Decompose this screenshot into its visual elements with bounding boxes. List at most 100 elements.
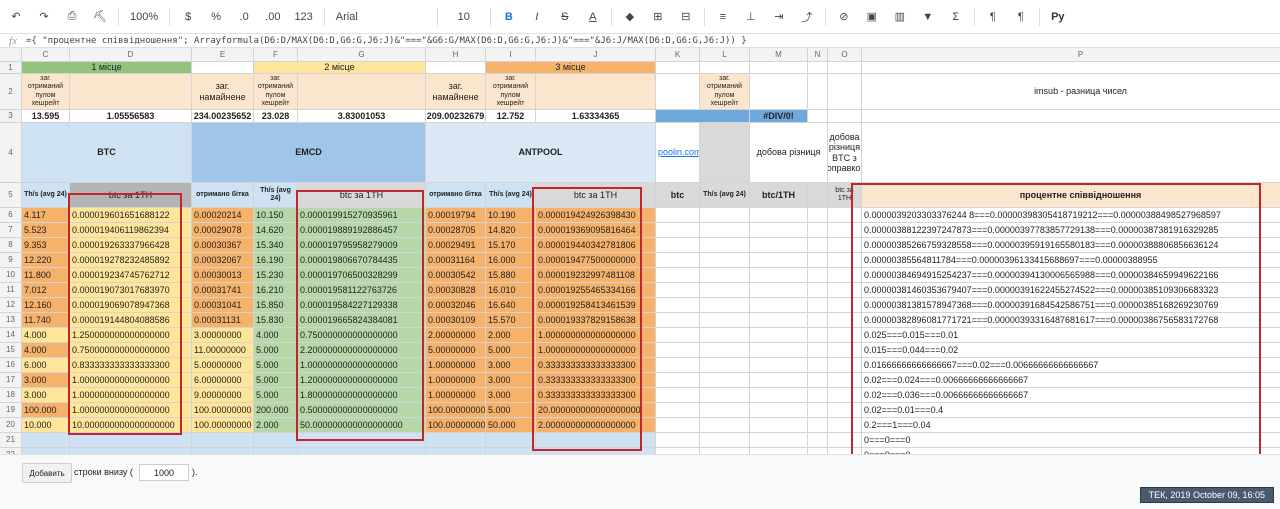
- cell[interactable]: [808, 358, 828, 373]
- redo-icon[interactable]: ↷: [34, 7, 54, 27]
- data-cell-h[interactable]: 0.00030109: [426, 313, 486, 328]
- comment-icon[interactable]: ▣: [862, 7, 882, 27]
- data-cell-f[interactable]: 4.000: [254, 328, 298, 343]
- data-cell-j[interactable]: 0.000019440342781806: [536, 238, 656, 253]
- cell[interactable]: [808, 253, 828, 268]
- merge-icon[interactable]: ⊟: [676, 7, 696, 27]
- data-cell-c[interactable]: 11.800: [22, 268, 70, 283]
- percent-ratio-cell[interactable]: 0.00000388122397247873===0.0000039778385…: [862, 223, 1280, 238]
- cell[interactable]: [700, 123, 750, 183]
- data-cell-d[interactable]: 1.000000000000000000: [70, 373, 192, 388]
- data-cell-d[interactable]: [70, 433, 192, 448]
- data-cell-d[interactable]: 0.000019069078947368: [70, 298, 192, 313]
- cell[interactable]: [750, 208, 808, 223]
- data-cell-j[interactable]: 20.000000000000000000: [536, 403, 656, 418]
- poolin-link[interactable]: poolin.com: [656, 123, 700, 183]
- data-cell-g[interactable]: 0.000019706500328299: [298, 268, 426, 283]
- ths-header[interactable]: Th/s (avg 24): [486, 183, 536, 208]
- cell[interactable]: [656, 253, 700, 268]
- cell[interactable]: [750, 253, 808, 268]
- data-cell-c[interactable]: 3.000: [22, 388, 70, 403]
- cell[interactable]: [808, 373, 828, 388]
- cell[interactable]: [808, 208, 828, 223]
- data-cell-e[interactable]: 0.00029078: [192, 223, 254, 238]
- cell[interactable]: [656, 298, 700, 313]
- cell[interactable]: [700, 283, 750, 298]
- data-cell-d[interactable]: 1.250000000000000000: [70, 328, 192, 343]
- cell[interactable]: [700, 253, 750, 268]
- btc-header[interactable]: BTC: [22, 123, 192, 183]
- cell[interactable]: [828, 74, 862, 110]
- total-pool-label[interactable]: заг. отриманий пулом хешрейт: [486, 74, 536, 110]
- cell[interactable]: [828, 238, 862, 253]
- data-cell-h[interactable]: 0.00031164: [426, 253, 486, 268]
- place1-header[interactable]: 1 місце: [22, 62, 192, 74]
- percent-ratio-cell[interactable]: 0.00000385564811784===0.0000039613341568…: [862, 253, 1280, 268]
- data-cell-f[interactable]: 15.340: [254, 238, 298, 253]
- data-cell-d[interactable]: 0.000019278232485892: [70, 253, 192, 268]
- ltr-icon[interactable]: ¶: [983, 7, 1003, 27]
- cell[interactable]: [808, 298, 828, 313]
- data-cell-d[interactable]: 0.000019073017683970: [70, 283, 192, 298]
- data-cell-e[interactable]: 0.00031041: [192, 298, 254, 313]
- data-cell-g[interactable]: 0.000019889192886457: [298, 223, 426, 238]
- data-cell-h[interactable]: 0.00030542: [426, 268, 486, 283]
- cell[interactable]: [700, 403, 750, 418]
- antpool-header[interactable]: ANTPOOL: [426, 123, 656, 183]
- data-cell-i[interactable]: 14.820: [486, 223, 536, 238]
- data-cell-c[interactable]: 4.000: [22, 328, 70, 343]
- row-number[interactable]: 17: [0, 373, 22, 388]
- total-c[interactable]: 13.595: [22, 110, 70, 123]
- cell[interactable]: [828, 313, 862, 328]
- cell[interactable]: [656, 388, 700, 403]
- cell[interactable]: [750, 328, 808, 343]
- data-cell-h[interactable]: 0.00029491: [426, 238, 486, 253]
- data-cell-d[interactable]: 0.000019263337966428: [70, 238, 192, 253]
- cell[interactable]: [828, 373, 862, 388]
- cell[interactable]: [808, 433, 828, 448]
- data-cell-e[interactable]: 0.00032067: [192, 253, 254, 268]
- row-number[interactable]: 5: [0, 183, 22, 208]
- data-cell-f[interactable]: 5.000: [254, 373, 298, 388]
- data-cell-g[interactable]: 2.200000000000000000: [298, 343, 426, 358]
- data-cell-h[interactable]: 1.00000000: [426, 373, 486, 388]
- percent-button[interactable]: %: [206, 7, 226, 27]
- cell[interactable]: [750, 388, 808, 403]
- data-cell-g[interactable]: 50.000000000000000000: [298, 418, 426, 433]
- data-cell-h[interactable]: 100.00000000: [426, 403, 486, 418]
- percent-ratio-cell[interactable]: 0.02===0.036===0.00666666666666667: [862, 388, 1280, 403]
- btc-1th-short-header[interactable]: btc за 1TH: [828, 183, 862, 208]
- more-formats-button[interactable]: 123: [291, 7, 315, 27]
- data-cell-j[interactable]: 0.333333333333333300: [536, 388, 656, 403]
- data-cell-g[interactable]: 1.200000000000000000: [298, 373, 426, 388]
- row-number[interactable]: 7: [0, 223, 22, 238]
- link-icon[interactable]: ⊘: [834, 7, 854, 27]
- data-cell-f[interactable]: 5.000: [254, 343, 298, 358]
- data-cell-i[interactable]: 15.170: [486, 238, 536, 253]
- cell[interactable]: [700, 328, 750, 343]
- daily-diff-btc-label[interactable]: добова різниця BTC з поправкою: [828, 123, 862, 183]
- cell[interactable]: [750, 238, 808, 253]
- data-cell-d[interactable]: 0.000019601651688122: [70, 208, 192, 223]
- data-cell-h[interactable]: 0.00030828: [426, 283, 486, 298]
- column-header-i[interactable]: I: [486, 48, 536, 62]
- data-cell-e[interactable]: 9.00000000: [192, 388, 254, 403]
- cell[interactable]: [750, 268, 808, 283]
- data-cell-c[interactable]: 7.012: [22, 283, 70, 298]
- currency-button[interactable]: $: [178, 7, 198, 27]
- paint-format-icon[interactable]: ⛏: [90, 7, 110, 27]
- data-cell-i[interactable]: 5.000: [486, 343, 536, 358]
- column-header-g[interactable]: G: [298, 48, 426, 62]
- cell[interactable]: [656, 223, 700, 238]
- total-e[interactable]: 234.00235652: [192, 110, 254, 123]
- data-cell-i[interactable]: 50.000: [486, 418, 536, 433]
- cell[interactable]: [656, 238, 700, 253]
- data-cell-c[interactable]: [22, 433, 70, 448]
- cell[interactable]: [808, 238, 828, 253]
- zoom-select[interactable]: 100%: [127, 7, 161, 27]
- column-header-c[interactable]: C: [22, 48, 70, 62]
- chart-icon[interactable]: ▥: [890, 7, 910, 27]
- font-select[interactable]: Arial: [333, 7, 429, 27]
- cell[interactable]: [808, 74, 828, 110]
- total-d[interactable]: 1.05556583: [70, 110, 192, 123]
